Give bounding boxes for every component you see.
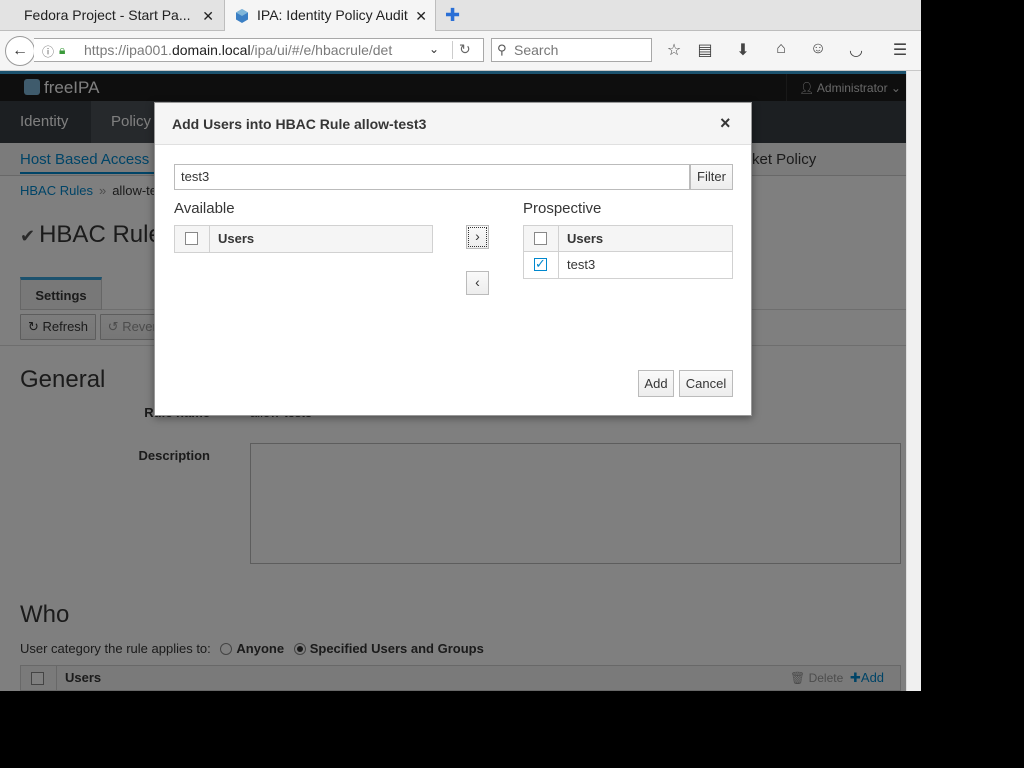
available-heading: Available [174,200,235,217]
row-checkbox[interactable] [534,256,547,272]
column-separator [558,252,559,278]
chevron-right-icon: › [475,228,480,244]
chevron-left-icon: ‹ [475,274,480,290]
add-users-dialog: Add Users into HBAC Rule allow-test3 × t… [154,102,752,416]
search-input[interactable]: ⚲ Search [491,38,652,62]
cancel-button[interactable]: Cancel [679,370,733,397]
back-button[interactable]: ← [5,36,35,66]
filter-button[interactable]: Filter [690,164,733,190]
hello-icon[interactable]: ☺ [808,40,828,58]
prospective-heading: Prospective [523,200,602,217]
browser-window: Fedora Project - Start Pa... ✕ IPA: Iden… [0,0,921,691]
column-separator [209,226,210,252]
dialog-header: Add Users into HBAC Rule allow-test3 × [155,103,751,145]
tab-title: Fedora Project - Start Pa... [24,7,191,23]
lock-icon: 🔒︎ [59,43,66,57]
table-header-row: Users [524,226,732,252]
url-separator [452,41,453,59]
tab-title: IPA: Identity Policy Audit [257,7,408,23]
column-separator [558,226,559,252]
close-tab-icon[interactable]: ✕ [415,8,427,25]
pocket-icon[interactable]: ◡ [846,40,866,60]
filter-input[interactable]: test3 [174,164,690,190]
prospective-table: Users test3 [523,225,733,279]
info-icon[interactable]: ⓘ [42,43,54,60]
add-button[interactable]: Add [638,370,674,397]
move-right-button[interactable]: › [466,225,489,249]
menu-icon[interactable]: ☰ [890,40,910,60]
close-tab-icon[interactable]: ✕ [202,8,214,25]
url-dropdown-icon[interactable]: ⌄ [429,42,439,56]
navigation-toolbar: ← ⓘ 🔒︎ https://ipa001.domain.local/ipa/u… [0,31,921,71]
move-left-button[interactable]: ‹ [466,271,489,295]
tab-ipa[interactable]: IPA: Identity Policy Audit ✕ [224,0,436,32]
tab-fedora-start[interactable]: Fedora Project - Start Pa... ✕ [0,0,222,31]
url-text[interactable]: https://ipa001.domain.local/ipa/ui/#/e/h… [84,42,429,58]
freeipa-favicon-icon [236,9,248,23]
reading-list-icon[interactable]: ▤ [695,40,715,60]
select-all-available-checkbox[interactable] [185,232,198,245]
user-name: test3 [567,257,596,272]
select-all-prospective-checkbox[interactable] [534,232,547,245]
tab-strip: Fedora Project - Start Pa... ✕ IPA: Iden… [0,0,921,32]
download-icon[interactable]: ⬇ [733,40,753,60]
search-placeholder: Search [514,42,559,58]
page-scrollbar[interactable] [906,71,921,691]
bookmark-star-icon[interactable]: ☆ [664,40,684,60]
column-header-users: Users [218,231,255,246]
available-table: Users [174,225,433,253]
home-icon[interactable]: ⌂ [771,40,791,58]
search-icon: ⚲ [497,42,507,57]
close-icon[interactable]: × [720,113,731,134]
table-header-row: Users [175,226,432,252]
url-bar[interactable]: ⓘ 🔒︎ https://ipa001.domain.local/ipa/ui/… [34,38,484,62]
table-row[interactable]: test3 [524,252,732,278]
column-header-users: Users [567,231,604,246]
dialog-title: Add Users into HBAC Rule allow-test3 [172,116,427,132]
reload-icon[interactable]: ↻ [459,41,471,58]
new-tab-icon[interactable]: ✚ [445,5,460,26]
